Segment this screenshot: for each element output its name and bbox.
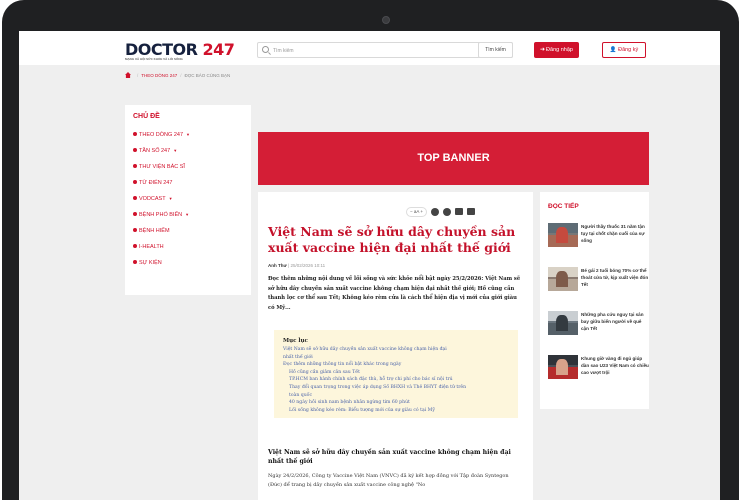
thumb-figure (556, 227, 568, 243)
article-date: | 25/02/2026 10:11 (288, 263, 326, 268)
sidebar-item-benh-hiem[interactable]: BỆNH HIẾM (133, 226, 170, 236)
article-toolbar: − aA + (406, 207, 476, 217)
related-item[interactable]: Người thầy thuốc 31 năm tận tụy tại chốt… (548, 223, 648, 259)
sidebar-item-label: TẦN SỐ 247 (139, 148, 171, 154)
comment-icon[interactable] (431, 208, 440, 216)
article-section-heading: Việt Nam sẽ sở hữu dây chuyền sản xuất v… (268, 449, 511, 465)
bullet-icon (133, 132, 137, 136)
article-author[interactable]: Anh Thư (268, 263, 287, 268)
font-size-control[interactable]: − aA + (406, 207, 428, 217)
thumb-figure (556, 271, 568, 287)
toc-link[interactable]: Đọc thêm những thông tin nổi bật khác tr… (283, 361, 509, 369)
search-button[interactable]: Tìm kiếm (478, 42, 513, 58)
thumb-figure (556, 359, 568, 375)
register-label: Đăng ký (618, 47, 639, 53)
thumb-figure (556, 315, 568, 331)
toc-title: Mục lục (283, 338, 308, 344)
related-thumbnail[interactable] (548, 355, 578, 379)
bullet-icon (133, 148, 137, 152)
search-icon (262, 46, 269, 53)
bullet-icon (133, 244, 137, 248)
breadcrumb: / THEO DÒNG 247/ĐỌC BÁO CÙNG BẠN (125, 71, 230, 81)
login-label: Đăng nhập (546, 47, 573, 53)
login-button[interactable]: ➜Đăng nhập (534, 42, 579, 58)
top-banner[interactable]: TOP BANNER (258, 132, 649, 185)
topic-sidebar: CHỦ ĐỀ THEO DÒNG 247 ▼ TẦN SỐ 247 ▼ THƯ VI… (125, 105, 251, 295)
article-summary: Đọc thêm những nội dung về lối sống và s… (268, 276, 521, 311)
sidebar-item-tan-so-247[interactable]: TẦN SỐ 247 ▼ (133, 146, 177, 156)
logo-number: 247 (202, 40, 235, 59)
related-headline[interactable]: Khung giờ vàng đi ngủ giúp dàn sao U23 V… (581, 355, 649, 376)
sidebar-item-label: TỪ ĐIỂN 247 (139, 180, 173, 186)
toc-link[interactable]: Hồ cũng cần giảm cân sau Tết (283, 369, 509, 377)
sidebar-item-label: THƯ VIỆN BÁC SĨ (139, 164, 185, 170)
register-button[interactable]: 👤 Đăng ký (602, 42, 646, 58)
sidebar-item-label: THEO DÒNG 247 (139, 132, 184, 138)
sidebar-item-i-health[interactable]: I-HEALTH (133, 242, 164, 252)
bullet-icon (133, 212, 137, 216)
home-icon[interactable] (125, 72, 131, 78)
sidebar-item-label: I-HEALTH (139, 244, 164, 250)
bullet-icon (133, 228, 137, 232)
browser-viewport: DOCTOR 247 MẠNG XÃ HỘI SỨC KHỎE VÀ LỐI S… (19, 31, 720, 500)
site-header: DOCTOR 247 MẠNG XÃ HỘI SỨC KHỎE VÀ LỐI S… (19, 31, 720, 65)
webcam-icon (382, 16, 390, 24)
toc-link[interactable]: nhất thế giới (283, 354, 509, 362)
table-of-contents: Mục lục Việt Nam sẽ sở hữu dây chuyền sả… (274, 330, 518, 418)
sidebar-item-tu-dien-247[interactable]: TỪ ĐIỂN 247 (133, 178, 172, 188)
related-thumbnail[interactable] (548, 223, 578, 247)
site-tagline: MẠNG XÃ HỘI SỨC KHỎE VÀ LỐI SỐNG (125, 57, 183, 61)
sidebar-title: CHỦ ĐỀ (133, 113, 160, 120)
bullet-icon (133, 196, 137, 200)
related-thumbnail[interactable] (548, 267, 578, 291)
toc-link[interactable]: Lối sống không kéo rèm: Biểu tượng mới c… (283, 407, 509, 415)
article-card: − aA + Việt Nam sẽ sở hữu dây chuyền sản… (258, 192, 533, 500)
article-body: Ngày 24/2/2026, Công ty Vaccine Việt Nam… (268, 473, 509, 488)
search-box (257, 42, 513, 58)
sidebar-item-label: VODCAST (139, 196, 166, 202)
bullet-icon (133, 260, 137, 264)
toc-link[interactable]: TP.HCM ban hành chính sách đặc thù, hỗ t… (283, 376, 509, 384)
sidebar-item-benh-pho-bien[interactable]: BỆNH PHỔ BIẾN ▼ (133, 210, 189, 220)
related-item[interactable]: Bé gái 2 tuổi bỏng 70% cơ thể thoát cửa … (548, 267, 648, 303)
laptop-frame: DOCTOR 247 MẠNG XÃ HỘI SỨC KHỎE VÀ LỐI S… (2, 0, 739, 500)
bullet-icon (133, 164, 137, 168)
toc-link[interactable]: Việt Nam sẽ sở hữu dây chuyền sản xuất v… (283, 346, 509, 354)
facebook-icon[interactable] (443, 208, 452, 216)
breadcrumb-separator: / (137, 73, 139, 78)
related-title: ĐỌC TIẾP (548, 203, 579, 210)
article-title: Việt Nam sẽ sở hữu dây chuyền sản xuất v… (268, 224, 516, 255)
related-headline[interactable]: Bé gái 2 tuổi bỏng 70% cơ thể thoát cửa … (581, 267, 649, 288)
sidebar-item-label: SỰ KIỆN (139, 260, 162, 266)
bookmark-icon[interactable] (455, 208, 464, 215)
breadcrumb-item-theo-dong[interactable]: THEO DÒNG 247 (141, 73, 177, 78)
chevron-down-icon[interactable]: ▼ (173, 148, 177, 153)
breadcrumb-separator: / (180, 73, 182, 78)
login-icon: ➜ (540, 47, 546, 53)
toc-link[interactable]: 40 ngày hồi sinh nam bệnh nhân ngừng tim… (283, 399, 509, 407)
related-thumbnail[interactable] (548, 311, 578, 335)
search-input[interactable] (273, 46, 453, 55)
sidebar-item-theo-dong-247[interactable]: THEO DÒNG 247 ▼ (133, 130, 190, 140)
related-headline[interactable]: Người thầy thuốc 31 năm tận tụy tại chốt… (581, 223, 649, 244)
chevron-down-icon[interactable]: ▼ (169, 196, 173, 201)
sidebar-item-label: BỆNH PHỔ BIẾN (139, 212, 183, 218)
article-meta: Anh Thư | 25/02/2026 10:11 (268, 263, 325, 268)
sidebar-item-vodcast[interactable]: VODCAST ▼ (133, 194, 173, 204)
bullet-icon (133, 180, 137, 184)
related-item[interactable]: Những pha cứu nguy tại sân bay giữa biển… (548, 311, 648, 347)
related-articles: ĐỌC TIẾP Người thầy thuốc 31 năm tận tụy… (540, 192, 649, 409)
print-icon[interactable] (467, 208, 476, 215)
related-item[interactable]: Khung giờ vàng đi ngủ giúp dàn sao U23 V… (548, 355, 649, 391)
sidebar-item-thu-vien-bac-si[interactable]: THƯ VIỆN BÁC SĨ (133, 162, 185, 172)
user-plus-icon: 👤 (609, 47, 617, 53)
sidebar-item-su-kien[interactable]: SỰ KIỆN (133, 258, 162, 268)
toc-link[interactable]: Thay đổi quan trọng trong việc áp dụng S… (283, 384, 509, 392)
chevron-down-icon[interactable]: ▼ (185, 212, 189, 217)
related-headline[interactable]: Những pha cứu nguy tại sân bay giữa biển… (581, 311, 649, 332)
toc-link[interactable]: toàn quốc (283, 392, 509, 400)
sidebar-item-label: BỆNH HIẾM (139, 228, 170, 234)
chevron-down-icon[interactable]: ▼ (186, 132, 190, 137)
breadcrumb-item-doc-bao[interactable]: ĐỌC BÁO CÙNG BẠN (185, 73, 231, 78)
